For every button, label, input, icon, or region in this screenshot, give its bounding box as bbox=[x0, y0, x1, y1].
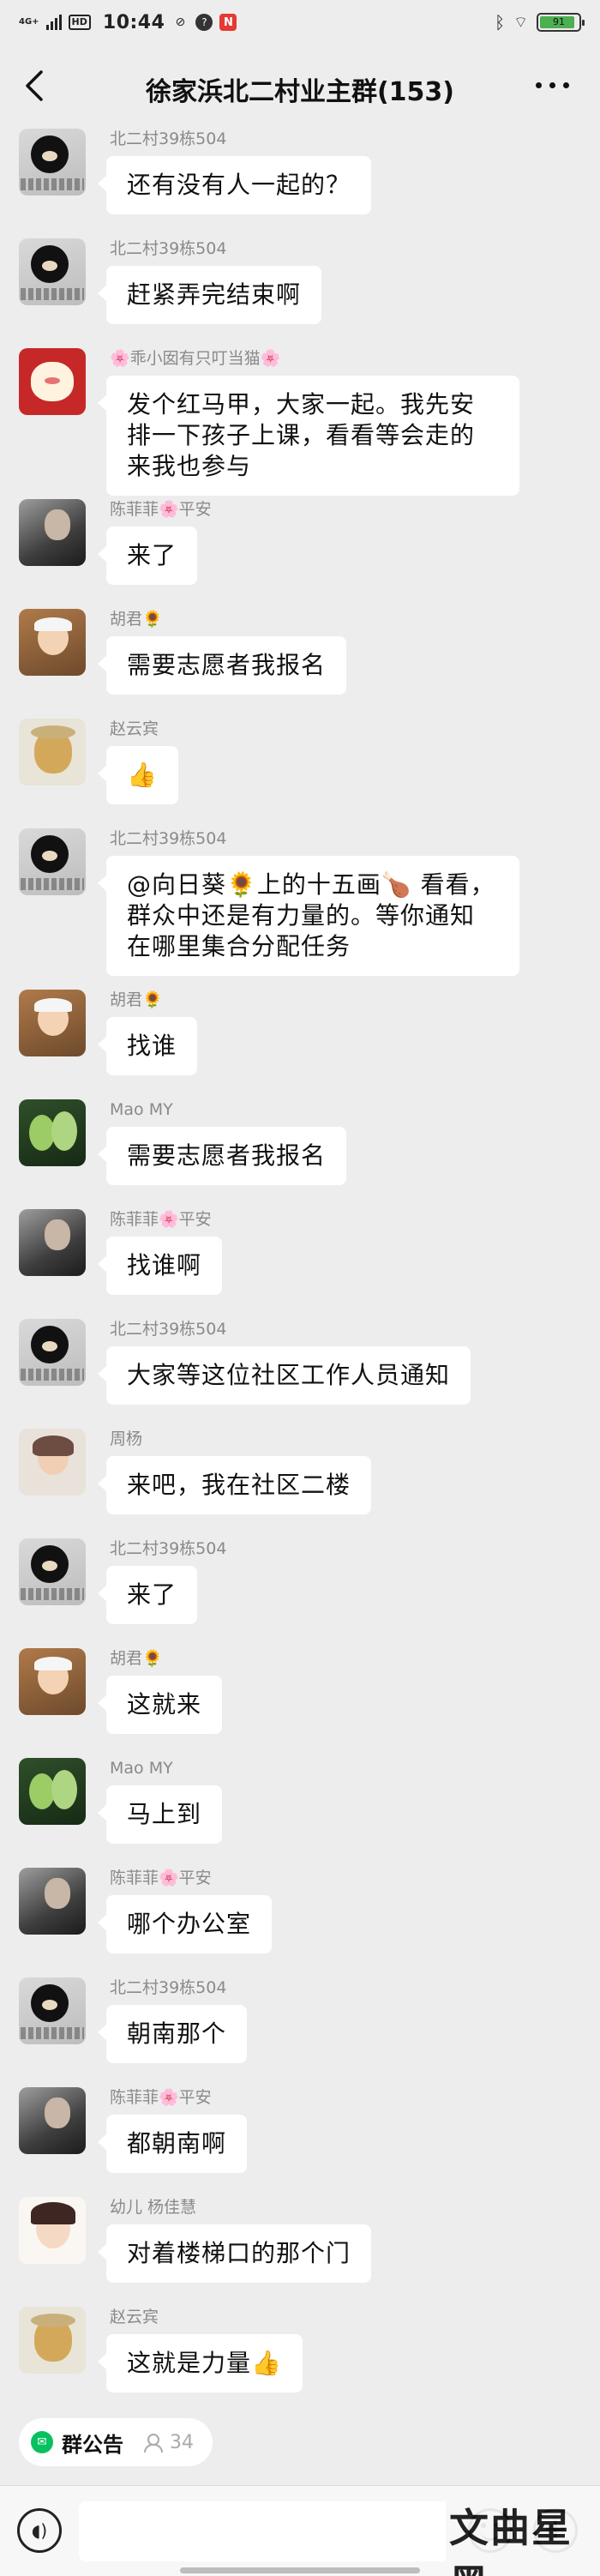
sender-name: 陈菲菲🌸平安 bbox=[110, 500, 212, 519]
avatar[interactable] bbox=[19, 1758, 86, 1825]
message-bubble[interactable]: 找谁 bbox=[97, 1017, 198, 1075]
sender-name: 赵云宾 bbox=[110, 2308, 159, 2326]
sender-name: 陈菲菲🌸平安 bbox=[110, 1869, 212, 1887]
avatar[interactable] bbox=[19, 1209, 86, 1276]
avatar[interactable] bbox=[19, 1868, 86, 1935]
message-bubble[interactable]: 哪个办公室 bbox=[97, 1895, 273, 1953]
wifi-icon: ⌔ bbox=[513, 13, 528, 32]
message-bubble[interactable]: 对着楼梯口的那个门 bbox=[97, 2224, 372, 2283]
avatar[interactable] bbox=[19, 348, 86, 415]
sender-name: 胡君🌻 bbox=[110, 990, 163, 1009]
battery-percent: 91 bbox=[553, 16, 565, 27]
sender-name: 北二村39栋504 bbox=[110, 239, 227, 258]
avatar[interactable] bbox=[19, 609, 86, 676]
avatar[interactable] bbox=[19, 2197, 86, 2264]
message-bubble[interactable]: 👍 bbox=[98, 746, 178, 804]
more-dots-icon[interactable] bbox=[536, 82, 569, 88]
avatar[interactable] bbox=[19, 1977, 86, 2044]
avatar[interactable] bbox=[19, 129, 86, 196]
message-bubble[interactable]: 需要志愿者我报名 bbox=[97, 1127, 347, 1185]
avatar[interactable] bbox=[19, 1429, 86, 1496]
avatar[interactable] bbox=[19, 1319, 86, 1386]
announcement-count: 34 bbox=[170, 2431, 194, 2453]
avatar[interactable] bbox=[19, 2087, 86, 2154]
sender-name: 北二村39栋504 bbox=[110, 829, 227, 848]
status-right: ᛒ ⌔ 91 bbox=[495, 12, 585, 33]
message-bubble[interactable]: 还有没有人一起的？ bbox=[97, 156, 372, 214]
sender-name: 北二村39栋504 bbox=[110, 1978, 227, 1997]
message-bubble[interactable]: 都朝南啊 bbox=[97, 2115, 248, 2173]
voice-icon[interactable]: ◖) bbox=[17, 2508, 62, 2553]
message-bubble[interactable]: 来吧，我在社区二楼 bbox=[97, 1456, 372, 1514]
sender-name: Mao MY bbox=[110, 1759, 173, 1778]
avatar[interactable] bbox=[19, 1538, 86, 1605]
no-disturb-icon: ⊘ bbox=[175, 15, 186, 29]
sender-name: 胡君🌻 bbox=[110, 610, 163, 629]
sender-name: 陈菲菲🌸平安 bbox=[110, 1210, 212, 1229]
avatar[interactable] bbox=[19, 238, 86, 305]
sender-name: 幼儿 杨佳慧 bbox=[110, 2198, 197, 2217]
message-bubble[interactable]: 需要志愿者我报名 bbox=[97, 636, 347, 695]
message-bubble[interactable]: 找谁啊 bbox=[97, 1237, 223, 1295]
notification-icon: ? bbox=[195, 14, 213, 31]
sender-name: 北二村39栋504 bbox=[110, 129, 227, 148]
avatar[interactable] bbox=[19, 2307, 86, 2374]
sender-name: 胡君🌻 bbox=[110, 1649, 163, 1668]
message-bubble[interactable]: 发个红马甲，大家一起。我先安排一下孩子上课，看看等会走的来我也参与 bbox=[98, 376, 519, 496]
message-bubble[interactable]: 马上到 bbox=[97, 1785, 223, 1844]
app-notification-icon: N bbox=[219, 14, 237, 31]
chat-title: 徐家浜北二村业主群(153) bbox=[145, 77, 455, 107]
message-input[interactable] bbox=[79, 2501, 456, 2561]
message-bubble[interactable]: @向日葵🌻上的十五画🍗 看看，群众中还是有力量的。等你通知在哪里集合分配任务 bbox=[98, 856, 519, 976]
avatar[interactable] bbox=[19, 719, 86, 785]
message-bubble[interactable]: 这就是力量👍 bbox=[98, 2334, 303, 2392]
home-indicator[interactable] bbox=[180, 2567, 420, 2573]
battery-icon: 91 bbox=[537, 13, 585, 32]
signal-icon bbox=[45, 15, 62, 30]
group-announcement-button[interactable]: ✉ 群公告 34 bbox=[19, 2418, 213, 2466]
sender-name: 周杨 bbox=[110, 1429, 143, 1448]
sender-name: 北二村39栋504 bbox=[110, 1320, 227, 1339]
message-bubble[interactable]: 来了 bbox=[97, 527, 198, 585]
watermark: 文曲星黑 bbox=[446, 2497, 600, 2576]
message-bubble[interactable]: 大家等这位社区工作人员通知 bbox=[97, 1346, 471, 1405]
message-bubble[interactable]: 朝南那个 bbox=[97, 2005, 248, 2063]
message-bubble[interactable]: 来了 bbox=[97, 1566, 198, 1624]
avatar[interactable] bbox=[19, 828, 86, 895]
announcement-icon: ✉ bbox=[31, 2431, 53, 2453]
sender-name: Mao MY bbox=[110, 1100, 173, 1119]
status-time: 10:44 bbox=[102, 11, 165, 33]
announcement-label: 群公告 bbox=[62, 2432, 123, 2457]
sender-name: 赵云宾 bbox=[110, 719, 159, 738]
avatar[interactable] bbox=[19, 990, 86, 1056]
person-icon bbox=[142, 2433, 163, 2453]
avatar[interactable] bbox=[19, 1648, 86, 1715]
sender-name: 陈菲菲🌸平安 bbox=[110, 2088, 212, 2107]
status-left: 4G+ HD 10:44 ⊘ ? N bbox=[19, 12, 237, 33]
avatar[interactable] bbox=[19, 499, 86, 566]
avatar[interactable] bbox=[19, 1099, 86, 1166]
bluetooth-icon: ᛒ bbox=[495, 12, 506, 33]
message-bubble[interactable]: 这就来 bbox=[97, 1676, 223, 1734]
sender-name: 北二村39栋504 bbox=[110, 1539, 227, 1558]
network-type: 4G+ bbox=[19, 17, 39, 27]
message-bubble[interactable]: 赶紧弄完结束啊 bbox=[97, 266, 322, 324]
hd-badge: HD bbox=[68, 15, 91, 30]
status-bar: 4G+ HD 10:44 ⊘ ? N ᛒ ⌔ 91 bbox=[0, 0, 600, 45]
sender-name: 🌸乖小囡有只叮当猫🌸 bbox=[110, 349, 281, 368]
nav-bar: 徐家浜北二村业主群(153) bbox=[0, 45, 600, 129]
